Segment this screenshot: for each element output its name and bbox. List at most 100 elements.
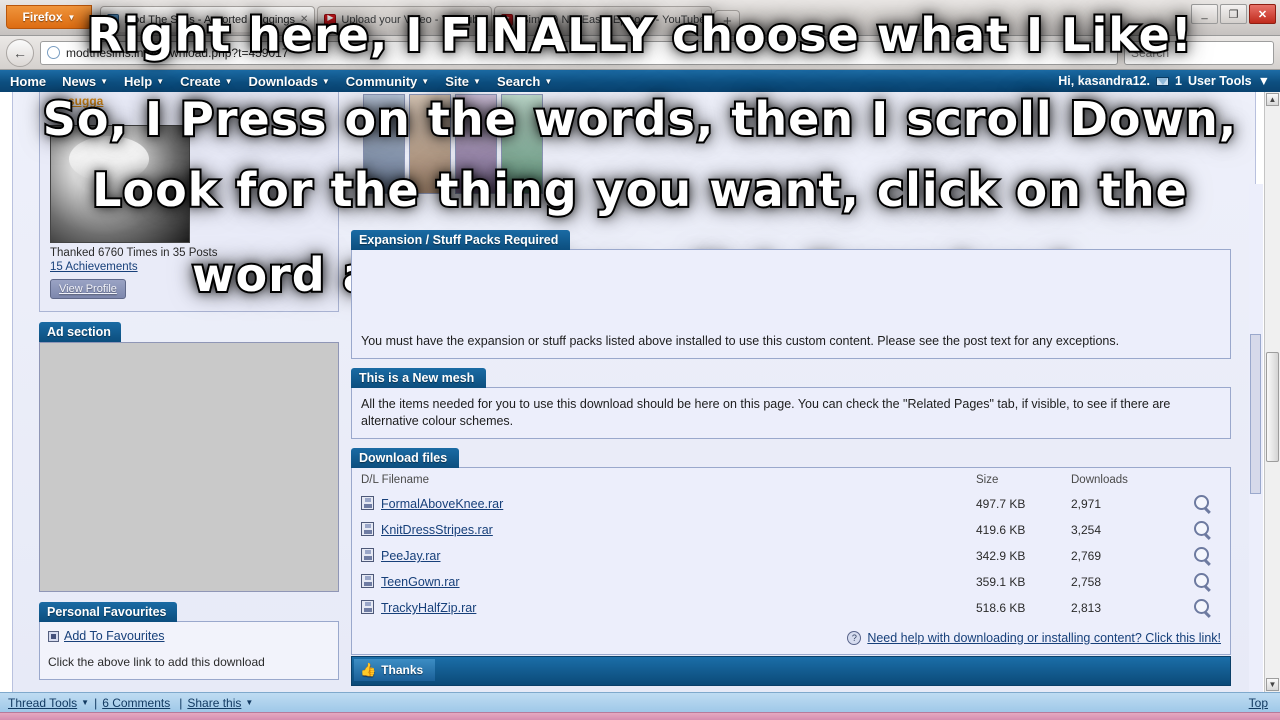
chevron-down-icon: ▼ — [224, 76, 233, 86]
download-size: 342.9 KB — [976, 548, 1026, 563]
download-help-link[interactable]: Need help with downloading or installing… — [867, 631, 1221, 645]
page-content: sugga Thanked 6760 Times in 35 Posts 15 … — [0, 92, 1280, 692]
separator: | — [179, 695, 183, 710]
browser-tab-3[interactable]: (Sims 2) Not Easy- Episode - YouTube — [493, 6, 713, 32]
add-to-favourites-link[interactable]: Add To Favourites — [48, 629, 330, 643]
close-icon[interactable]: ✕ — [300, 14, 308, 25]
sitenav-item-search[interactable]: Search ▼ — [497, 74, 552, 89]
sitenav-item-downloads[interactable]: Downloads ▼ — [249, 74, 330, 89]
message-count: 1 — [1175, 74, 1182, 88]
youtube-favicon-icon — [324, 13, 337, 26]
download-files-body: D/L Filename Size Downloads FormalAboveK… — [351, 466, 1231, 655]
column-header-downloads: Downloads — [1071, 473, 1128, 486]
magnifier-icon[interactable] — [1193, 572, 1209, 588]
magnifier-icon[interactable] — [1193, 546, 1209, 562]
top-link[interactable]: Top — [1249, 696, 1268, 710]
favourites-body: Add To Favourites Click the above link t… — [39, 621, 339, 680]
add-to-favourites-label: Add To Favourites — [64, 629, 165, 643]
download-file-link[interactable]: KnitDressStripes.rar — [381, 523, 493, 537]
tab-title: Upload your Video - YouTube — [341, 13, 485, 26]
browser-scrollbar[interactable]: ▲ ▼ — [1264, 92, 1280, 692]
new-tab-button[interactable]: + — [714, 10, 741, 32]
thanks-label: Thanks — [381, 663, 424, 677]
file-icon — [361, 496, 374, 511]
share-this-link[interactable]: Share this — [187, 696, 241, 710]
thanked-count: Thanked 6760 Times in 35 Posts — [50, 247, 218, 259]
download-files-table: D/L Filename Size Downloads FormalAboveK… — [361, 474, 1221, 621]
firefox-window: Firefox ▼ Mod The Sims - Assorted Leggin… — [0, 0, 1280, 712]
chevron-down-icon: ▼ — [544, 76, 553, 86]
scroll-up-arrow-icon[interactable]: ▲ — [1266, 93, 1279, 106]
browser-tab-1[interactable]: Mod The Sims - Assorted Leggings ✕ — [100, 6, 316, 32]
chevron-down-icon[interactable]: ▼ — [81, 698, 89, 707]
firefox-menu-button[interactable]: Firefox ▼ — [6, 5, 92, 29]
sitenav-item-create[interactable]: Create ▼ — [180, 74, 232, 89]
youtube-favicon-icon — [500, 13, 513, 26]
chevron-down-icon[interactable]: ▼ — [245, 698, 253, 707]
sitenav-item-community[interactable]: Community ▼ — [346, 74, 429, 89]
sitenav-item-home[interactable]: Home — [10, 74, 46, 89]
table-row: TeenGown.rar 359.1 KB 2,758 — [361, 569, 1221, 595]
magnifier-icon[interactable] — [1193, 598, 1209, 614]
scrollbar-thumb[interactable] — [1266, 352, 1279, 462]
column-header-preview — [1181, 474, 1221, 491]
download-filename-cell: TeenGown.rar — [361, 569, 976, 595]
sitenav-label: Home — [10, 73, 47, 89]
restore-button[interactable]: ❐ — [1220, 4, 1247, 24]
chevron-down-icon: ▼ — [156, 76, 165, 86]
sitenav-item-news[interactable]: News ▼ — [62, 74, 108, 89]
sitenav-item-help[interactable]: Help ▼ — [124, 74, 164, 89]
download-file-link[interactable]: TeenGown.rar — [381, 575, 460, 589]
chevron-down-icon: ▼ — [421, 76, 430, 86]
table-row: PeeJay.rar 342.9 KB 2,769 — [361, 543, 1221, 569]
new-mesh-note: All the items needed for you to use this… — [361, 397, 1171, 428]
add-favourite-icon — [48, 630, 59, 642]
globe-icon — [47, 46, 60, 59]
download-file-link[interactable]: TrackyHalfZip.rar — [381, 601, 476, 615]
author-username[interactable]: sugga — [40, 92, 338, 108]
address-bar[interactable]: modthesims.info/download.php?t=459017 — [40, 40, 1118, 65]
thread-tools-link[interactable]: Thread Tools — [8, 696, 77, 710]
download-count: 2,758 — [1071, 574, 1102, 589]
search-input[interactable]: Search — [1124, 40, 1274, 65]
thanks-button[interactable]: 👍 Thanks — [354, 659, 436, 681]
sitenav-label: Create — [180, 73, 221, 89]
file-icon — [361, 522, 374, 537]
browser-titlebar: Firefox ▼ Mod The Sims - Assorted Leggin… — [0, 0, 1280, 36]
avatar-highlight — [69, 136, 149, 182]
page-inner-scroll-thumb[interactable] — [1250, 334, 1261, 494]
page-inner-scrollbar[interactable] — [1249, 184, 1263, 692]
magnifier-icon[interactable] — [1193, 520, 1209, 536]
preview-cell — [1181, 517, 1221, 543]
scroll-down-arrow-icon[interactable]: ▼ — [1266, 678, 1279, 691]
expansion-packs-heading: Expansion / Stuff Packs Required — [351, 230, 571, 250]
sitenav-label: Search — [496, 73, 541, 89]
view-profile-button[interactable]: View Profile — [50, 279, 126, 299]
close-button[interactable]: ✕ — [1249, 4, 1276, 24]
envelope-icon[interactable] — [1156, 76, 1169, 86]
user-tools-label[interactable]: User Tools — [1188, 74, 1252, 88]
chevron-down-icon: ▼ — [1257, 74, 1270, 88]
download-file-link[interactable]: PeeJay.rar — [381, 549, 441, 563]
comments-link[interactable]: 6 Comments — [102, 696, 170, 710]
download-size: 419.6 KB — [976, 522, 1026, 537]
sitenav-label: Help — [124, 73, 153, 89]
download-file-link[interactable]: FormalAboveKnee.rar — [381, 497, 503, 511]
minimize-button[interactable]: _ — [1191, 4, 1218, 24]
expansion-packs-panel: Expansion / Stuff Packs Required You mus… — [351, 230, 1231, 359]
back-button[interactable]: ← — [6, 38, 34, 67]
site-navigation-bar: Home News ▼ Help ▼ Create ▼ Downloads ▼ … — [0, 70, 1280, 92]
ad-placeholder[interactable] — [39, 342, 339, 592]
sitenav-item-site[interactable]: Site ▼ — [445, 74, 481, 89]
table-header-row: D/L Filename Size Downloads — [361, 474, 1221, 491]
expansion-packs-body: You must have the expansion or stuff pac… — [351, 249, 1231, 359]
browser-tab-2[interactable]: Upload your Video - YouTube — [317, 6, 492, 32]
windows-taskbar[interactable] — [0, 712, 1280, 720]
download-size: 497.7 KB — [976, 496, 1026, 511]
download-filename-cell: KnitDressStripes.rar — [361, 517, 976, 543]
magnifier-icon[interactable] — [1193, 494, 1209, 510]
achievements-link[interactable]: 15 Achievements — [50, 261, 138, 273]
table-row: KnitDressStripes.rar 419.6 KB 3,254 — [361, 517, 1221, 543]
main-column: Expansion / Stuff Packs Required You mus… — [351, 92, 1231, 664]
download-count: 3,254 — [1071, 522, 1102, 537]
